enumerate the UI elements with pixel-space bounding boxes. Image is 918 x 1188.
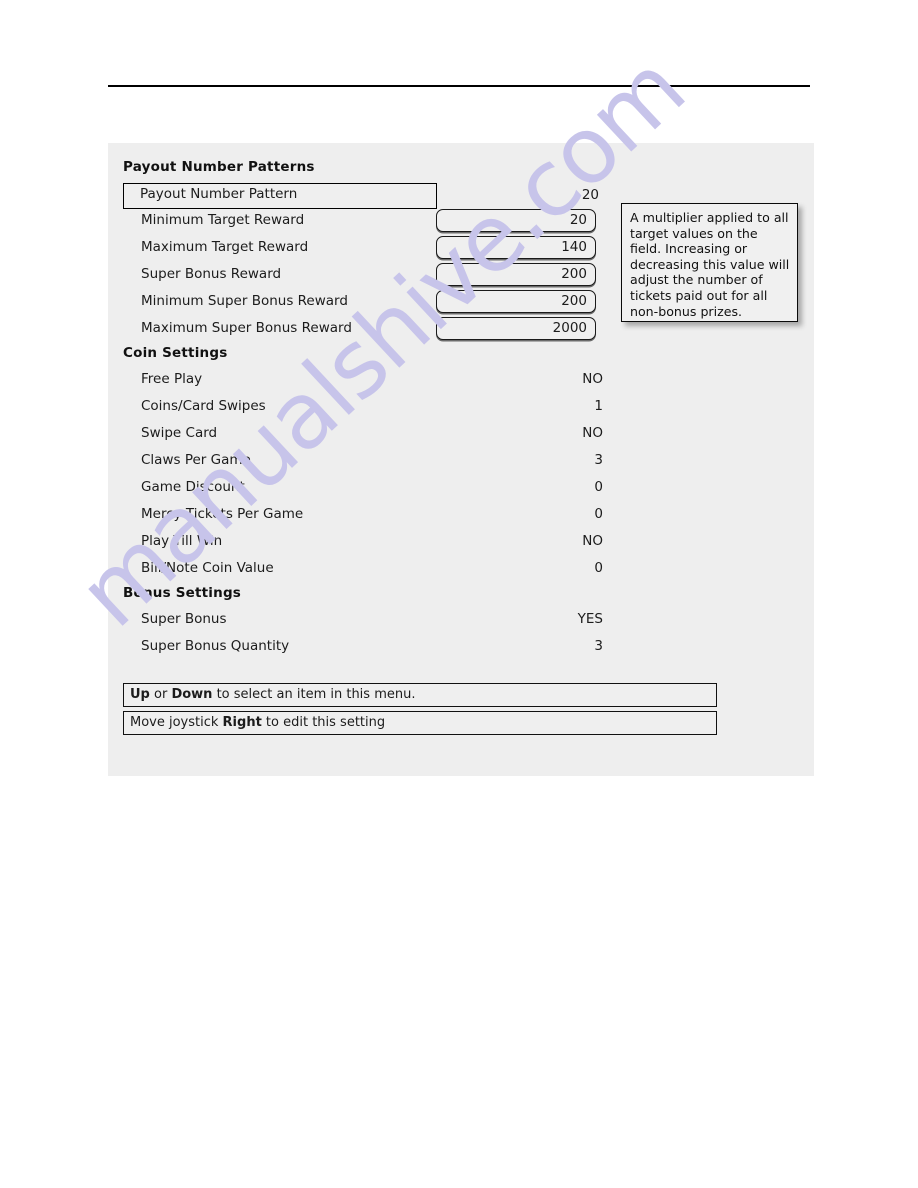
header-rule: [108, 85, 810, 87]
instruction-text: to select an item in this menu.: [212, 687, 416, 702]
setting-row[interactable]: Game Discount 0: [123, 477, 603, 499]
setting-value-field[interactable]: 140: [436, 236, 596, 259]
setting-value-field[interactable]: 2000: [436, 317, 596, 340]
setting-label: Swipe Card: [141, 425, 218, 441]
setting-value: 1: [594, 398, 603, 414]
instruction-keyword: Up: [130, 687, 150, 702]
setting-label: Play Till Win: [141, 533, 223, 549]
setting-label: Payout Number Pattern: [140, 186, 298, 202]
setting-value: 140: [561, 239, 587, 255]
setting-row[interactable]: Payout Number Pattern 20: [123, 183, 599, 209]
setting-value: 20: [581, 187, 599, 203]
setting-row[interactable]: Claws Per Game 3: [123, 450, 603, 472]
instruction-text: to edit this setting: [261, 715, 386, 730]
setting-value: 0: [594, 479, 603, 495]
setting-value: 3: [594, 638, 603, 654]
setting-row[interactable]: Free Play NO: [123, 369, 603, 391]
setting-row[interactable]: Coins/Card Swipes 1: [123, 396, 603, 418]
instruction-text: Move joystick: [130, 715, 223, 730]
setting-value: NO: [582, 533, 603, 549]
setting-label: Minimum Target Reward: [141, 212, 305, 228]
setting-row[interactable]: Super Bonus YES: [123, 609, 603, 631]
setting-value: 0: [594, 506, 603, 522]
setting-label: Free Play: [141, 371, 203, 387]
settings-panel: A multiplier applied to all target value…: [108, 143, 814, 776]
instruction-keyword: Right: [222, 715, 262, 730]
setting-label: Maximum Super Bonus Reward: [141, 320, 352, 336]
section-header: Coin Settings: [123, 345, 228, 361]
setting-row[interactable]: Swipe Card NO: [123, 423, 603, 445]
setting-value: 2000: [552, 320, 587, 336]
setting-value: 0: [594, 560, 603, 576]
setting-label: Super Bonus Quantity: [141, 638, 290, 654]
instruction-keyword: Down: [171, 687, 213, 702]
setting-value-field[interactable]: 20: [436, 209, 596, 232]
setting-value: 200: [561, 293, 587, 309]
setting-value: 200: [561, 266, 587, 282]
setting-value: 20: [569, 212, 587, 228]
setting-row[interactable]: Bill/Note Coin Value 0: [123, 558, 603, 580]
setting-label: Mercy Tickets Per Game: [141, 506, 304, 522]
setting-value: NO: [582, 425, 603, 441]
setting-value: YES: [577, 611, 603, 627]
setting-label: Maximum Target Reward: [141, 239, 309, 255]
setting-value: 3: [594, 452, 603, 468]
setting-label: Super Bonus Reward: [141, 266, 282, 282]
instruction-bar-navigate: Up or Down to select an item in this men…: [123, 683, 717, 707]
setting-value: NO: [582, 371, 603, 387]
setting-row[interactable]: Play Till Win NO: [123, 531, 603, 553]
setting-label: Super Bonus: [141, 611, 227, 627]
setting-row[interactable]: Mercy Tickets Per Game 0: [123, 504, 603, 526]
help-tooltip: A multiplier applied to all target value…: [621, 203, 798, 322]
setting-label: Bill/Note Coin Value: [141, 560, 274, 576]
instruction-text: or: [149, 687, 172, 702]
setting-label: Minimum Super Bonus Reward: [141, 293, 348, 309]
section-header: Bonus Settings: [123, 585, 242, 601]
instruction-bar-edit: Move joystick Right to edit this setting: [123, 711, 717, 735]
setting-label: Coins/Card Swipes: [141, 398, 266, 414]
setting-label: Claws Per Game: [141, 452, 251, 468]
document-page: A multiplier applied to all target value…: [0, 0, 918, 1188]
setting-row[interactable]: Super Bonus Quantity 3: [123, 636, 603, 658]
setting-value-field[interactable]: 200: [436, 290, 596, 313]
section-header: Payout Number Patterns: [123, 159, 315, 175]
setting-value-field[interactable]: 200: [436, 263, 596, 286]
setting-label: Game Discount: [141, 479, 245, 495]
